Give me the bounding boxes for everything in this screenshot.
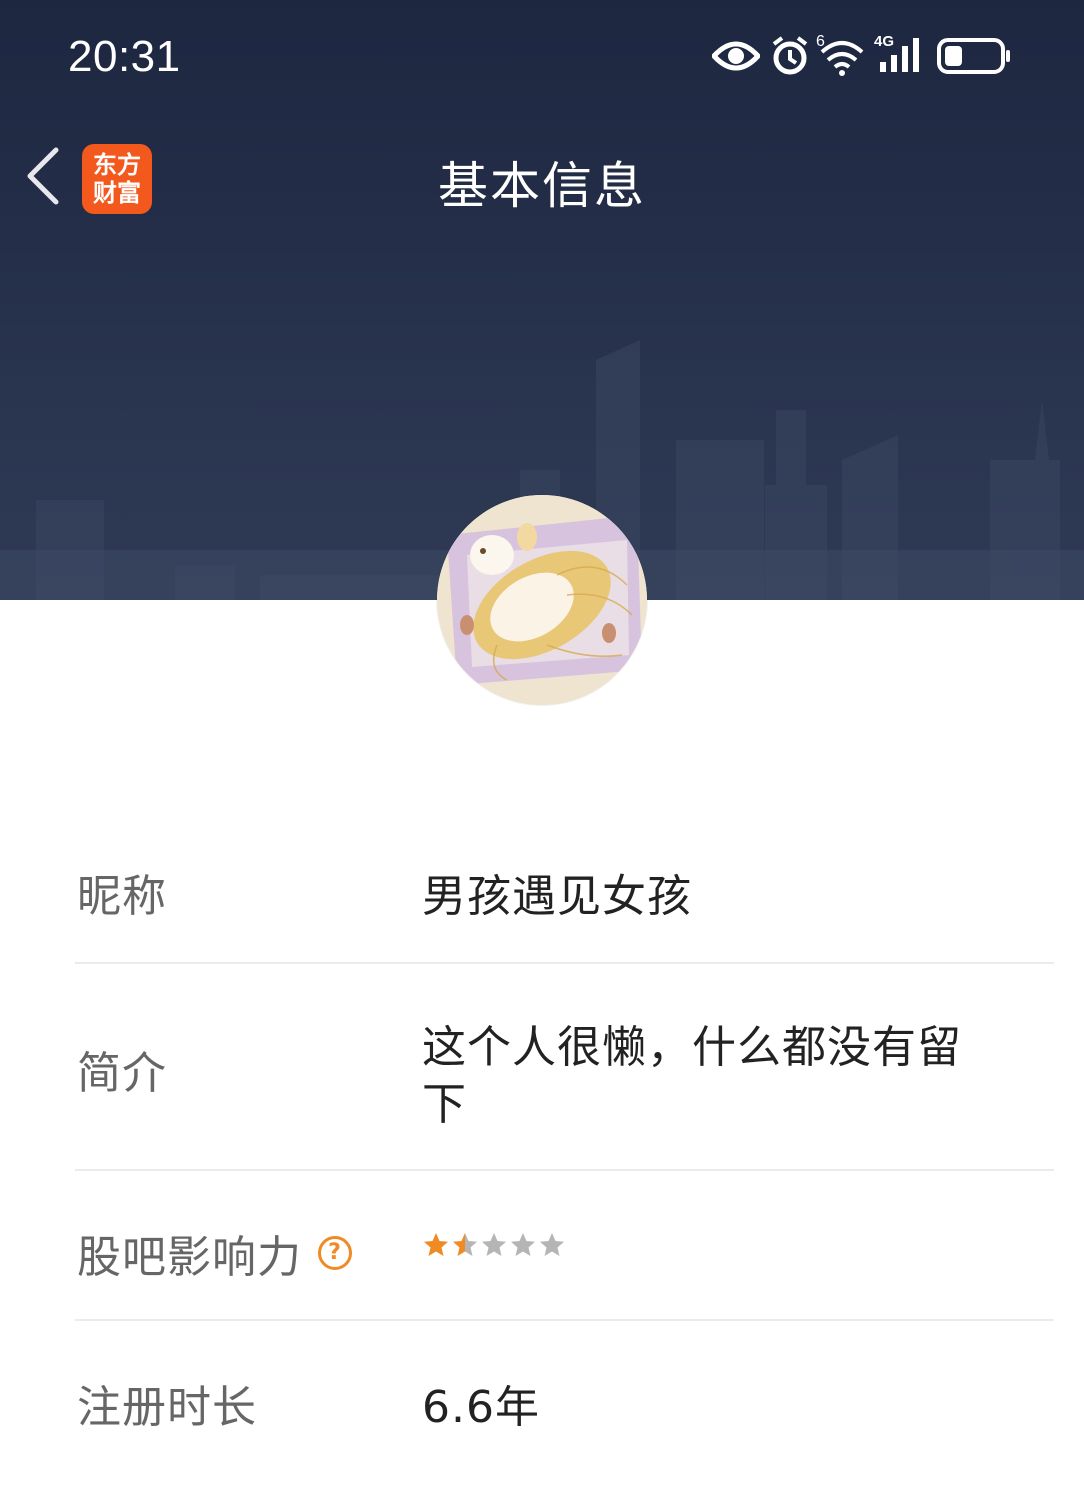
avatar[interactable]	[437, 495, 647, 705]
bio-value-line1: 这个人很懒，什么都没有留	[422, 1022, 962, 1073]
star-icon	[511, 1233, 535, 1256]
nickname-row: 昵称 男孩遇见女孩	[75, 810, 1054, 964]
influence-rating	[422, 1231, 567, 1261]
status-bar: 20:31 6 4G	[0, 0, 1084, 110]
bio-label: 简介	[77, 1048, 167, 1099]
status-time: 20:31	[68, 32, 181, 81]
star-icon	[424, 1233, 448, 1256]
nav-bar: 东方 财富 基本信息	[0, 130, 1084, 230]
wifi-6-icon: 6	[816, 33, 864, 76]
profile-info-list: 昵称 男孩遇见女孩 简介 这个人很懒，什么都没有留 下 股吧影响力 ? 注册时长…	[75, 810, 1054, 1471]
nickname-label: 昵称	[77, 871, 167, 922]
eye-icon	[712, 41, 760, 71]
star-icon	[482, 1233, 506, 1256]
registration-label: 注册时长	[77, 1382, 257, 1433]
nickname-value: 男孩遇见女孩	[422, 871, 692, 922]
svg-text:4G: 4G	[874, 33, 894, 50]
status-icons: 6 4G	[710, 30, 1020, 82]
influence-label: 股吧影响力	[77, 1232, 302, 1283]
influence-row: 股吧影响力 ?	[75, 1171, 1054, 1321]
alarm-icon	[772, 36, 808, 75]
page-title: 基本信息	[438, 157, 646, 215]
svg-text:6: 6	[816, 33, 825, 50]
bio-value-line2: 下	[422, 1079, 467, 1130]
registration-row: 注册时长 6.6年	[75, 1321, 1054, 1471]
bio-row: 简介 这个人很懒，什么都没有留 下	[75, 964, 1054, 1171]
guinea-pig-avatar-image	[437, 495, 647, 705]
question-circle-icon[interactable]: ?	[318, 1236, 352, 1270]
registration-value: 6.6年	[422, 1382, 540, 1433]
influence-label-group: 股吧影响力 ?	[77, 1221, 352, 1285]
star-icon	[453, 1233, 477, 1256]
battery-icon	[937, 38, 1010, 74]
signal-4g-icon: 4G	[874, 33, 919, 72]
star-icon	[540, 1233, 564, 1256]
